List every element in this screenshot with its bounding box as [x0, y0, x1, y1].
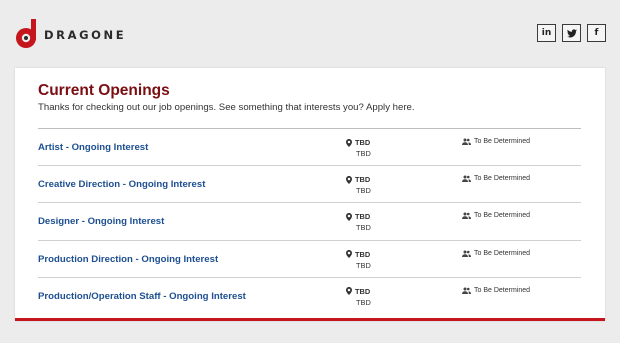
people-icon: [462, 250, 471, 257]
job-location: TBD TBD: [346, 211, 371, 233]
location-text: TBD: [355, 286, 371, 296]
location-text: TBD: [355, 175, 371, 185]
job-title-link[interactable]: Production/Operation Staff - Ongoing Int…: [38, 291, 246, 302]
social-links: in f: [537, 24, 606, 42]
map-pin-icon: [346, 212, 352, 221]
job-location: TBD TBD: [346, 286, 371, 308]
openings-card: Current Openings Thanks for checking out…: [15, 68, 605, 321]
map-pin-icon: [346, 138, 352, 147]
job-title-link[interactable]: Designer - Ongoing Interest: [38, 216, 164, 227]
job-type-text: To Be Determined: [474, 249, 531, 257]
job-type-text: To Be Determined: [474, 286, 531, 294]
job-type: To Be Determined: [462, 212, 531, 220]
location-text: TBD: [355, 212, 371, 222]
job-title-link[interactable]: Creative Direction - Ongoing Interest: [38, 179, 205, 190]
job-type-text: To Be Determined: [474, 138, 531, 145]
people-icon: [462, 175, 471, 183]
location-text: TBD: [355, 138, 371, 147]
location-sub: TBD: [356, 223, 371, 233]
job-row: Artist - Ongoing Interest TBD TBD To Be …: [38, 128, 581, 165]
page-subtitle: Thanks for checking out our job openings…: [38, 102, 415, 113]
people-icon: [462, 287, 471, 294]
location-sub: TBD: [356, 149, 371, 158]
dragone-logo-icon: [16, 19, 36, 48]
map-pin-icon: [346, 175, 352, 184]
job-location: TBD TBD: [346, 174, 371, 196]
linkedin-icon: in: [541, 28, 552, 38]
map-pin-icon: [346, 287, 352, 296]
page-title: Current Openings: [38, 82, 170, 99]
location-sub: TBD: [356, 260, 371, 270]
job-title-link[interactable]: Artist - Ongoing Interest: [38, 142, 148, 153]
job-row: Production/Operation Staff - Ongoing Int…: [38, 276, 581, 314]
job-type-text: To Be Determined: [474, 175, 531, 183]
twitter-icon: [566, 28, 577, 37]
location-text: TBD: [355, 249, 371, 259]
twitter-button[interactable]: [562, 24, 581, 42]
job-location: TBD TBD: [346, 249, 371, 271]
map-pin-icon: [346, 250, 352, 259]
job-location: TBD TBD: [346, 137, 371, 159]
brand-name: DRAGONE: [44, 28, 127, 42]
people-icon: [462, 212, 471, 220]
job-type: To Be Determined: [462, 175, 531, 183]
people-icon: [462, 138, 471, 145]
job-row: Production Direction - Ongoing Interest …: [38, 239, 581, 277]
job-type: To Be Determined: [462, 138, 530, 145]
facebook-button[interactable]: f: [587, 24, 606, 42]
job-type-text: To Be Determined: [474, 212, 531, 220]
location-sub: TBD: [356, 297, 371, 307]
brand-logo[interactable]: DRAGONE: [14, 19, 126, 49]
job-row: Designer - Ongoing Interest TBD TBD To B…: [38, 202, 581, 239]
job-list: Artist - Ongoing Interest TBD TBD To Be …: [38, 128, 581, 314]
linkedin-button[interactable]: in: [537, 24, 556, 42]
job-type: To Be Determined: [462, 287, 530, 294]
site-header: DRAGONE in f: [0, 0, 620, 68]
job-title-link[interactable]: Production Direction - Ongoing Interest: [38, 254, 218, 265]
facebook-icon: f: [594, 28, 599, 38]
job-row: Creative Direction - Ongoing Interest TB…: [38, 165, 581, 202]
job-type: To Be Determined: [462, 250, 530, 257]
location-sub: TBD: [356, 186, 371, 196]
